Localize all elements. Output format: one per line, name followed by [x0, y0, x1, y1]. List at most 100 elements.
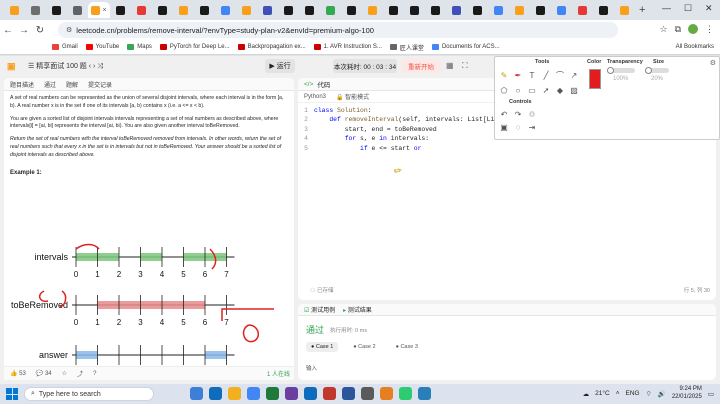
size-slider[interactable]: [645, 67, 669, 74]
arrow-tool-icon[interactable]: ↗: [569, 70, 579, 80]
url-field[interactable]: ⚙ leetcode.cn/problems/remove-interval/?…: [58, 22, 618, 38]
like-button[interactable]: 👍 53: [10, 370, 26, 377]
forward-icon[interactable]: →: [16, 25, 32, 36]
new-tab-button[interactable]: +: [639, 4, 645, 16]
minimize-button[interactable]: —: [662, 3, 671, 13]
app-icon-7[interactable]: [399, 387, 412, 400]
wifi-icon[interactable]: ⌔: [646, 389, 652, 398]
language-select[interactable]: Python3: [304, 94, 326, 100]
browser-tab[interactable]: [4, 2, 25, 18]
layout-icon[interactable]: ▦: [446, 61, 454, 70]
camera-icon[interactable]: ▣: [499, 122, 509, 132]
close-window-button[interactable]: ✕: [705, 3, 713, 14]
app-icon-1[interactable]: [266, 387, 279, 400]
browser-tab[interactable]: [341, 2, 362, 18]
browser-tab[interactable]: [383, 2, 404, 18]
highlighter-tool-icon[interactable]: ✒: [513, 70, 523, 80]
close-tab-icon[interactable]: ×: [102, 7, 106, 14]
tab-testcase[interactable]: ☑ 测试用例: [304, 305, 335, 314]
tab-description[interactable]: 题目描述: [10, 80, 34, 89]
browser-tab[interactable]: [67, 2, 88, 18]
browser-tab[interactable]: [530, 2, 551, 18]
bookmark-item[interactable]: Maps: [127, 44, 152, 50]
browser-tab[interactable]: [152, 2, 173, 18]
word-icon[interactable]: [342, 387, 355, 400]
code-tab[interactable]: 代码: [317, 79, 330, 89]
mode-select[interactable]: 🔒 智能模式: [336, 92, 369, 101]
browser-tab[interactable]: [614, 2, 635, 18]
bookmark-item[interactable]: YouTube: [85, 44, 119, 50]
star-button[interactable]: ☆: [62, 370, 67, 377]
browser-tab[interactable]: [467, 2, 488, 18]
redo-icon[interactable]: ↷: [513, 109, 523, 119]
weather-icon[interactable]: ☁: [583, 390, 590, 398]
tray-expand-icon[interactable]: ˄: [616, 390, 620, 397]
tab-submissions[interactable]: 提交记录: [88, 80, 112, 89]
case-1-tab[interactable]: ● Case 1: [306, 342, 339, 352]
browser-tab[interactable]: [194, 2, 215, 18]
menu-icon[interactable]: ⋮: [705, 24, 714, 35]
browser-tab[interactable]: [299, 2, 320, 18]
app-icon-5[interactable]: [361, 387, 374, 400]
case-3-tab[interactable]: ● Case 3: [391, 342, 423, 352]
browser-tab[interactable]: [46, 2, 67, 18]
settings-icon[interactable]: ⚙: [710, 59, 716, 67]
select-tool-icon[interactable]: ➚: [541, 85, 551, 95]
chrome-icon[interactable]: [247, 387, 260, 400]
app-icon-4[interactable]: [323, 387, 336, 400]
pentagon-tool-icon[interactable]: ⬠: [499, 85, 509, 95]
taskbar-search[interactable]: ⌕ Type here to search: [24, 387, 154, 401]
all-bookmarks[interactable]: All Bookmarks: [676, 44, 714, 50]
notification-icon[interactable]: ▭: [708, 390, 714, 398]
browser-tab[interactable]: [131, 2, 152, 18]
volume-icon[interactable]: 🔊: [658, 390, 666, 398]
tab-test-result[interactable]: ▸ 测试结果: [343, 305, 372, 314]
color-swatch[interactable]: [589, 69, 601, 89]
case-2-tab[interactable]: ● Case 2: [348, 342, 380, 352]
browser-tab[interactable]: [446, 2, 467, 18]
undo-icon[interactable]: ↶: [499, 109, 509, 119]
bookmark-item[interactable]: Gmail: [52, 44, 78, 50]
maximize-button[interactable]: ☐: [684, 3, 692, 14]
restart-button[interactable]: 重新开始: [401, 59, 441, 73]
browser-tab[interactable]: [215, 2, 236, 18]
tab-accepted[interactable]: 通过: [44, 80, 56, 89]
star-icon[interactable]: ☆: [659, 24, 667, 35]
windows-start-icon[interactable]: [6, 388, 18, 400]
app-icon-6[interactable]: [380, 387, 393, 400]
pencil-tool-icon[interactable]: ✎: [499, 70, 509, 80]
browser-tab[interactable]: [404, 2, 425, 18]
leetcode-logo[interactable]: ▣: [7, 61, 17, 71]
fill-tool-icon[interactable]: ▨: [569, 85, 579, 95]
run-button[interactable]: ▶ 运行: [265, 59, 295, 73]
browser-tab[interactable]: [173, 2, 194, 18]
share-button[interactable]: ⤴: [77, 369, 83, 378]
clear-icon[interactable]: ♲: [527, 109, 537, 119]
file-explorer-icon[interactable]: [228, 387, 241, 400]
browser-tab[interactable]: [320, 2, 341, 18]
browser-tab[interactable]: [551, 2, 572, 18]
edge-icon[interactable]: [209, 387, 222, 400]
rectangle-tool-icon[interactable]: ▭: [527, 85, 537, 95]
exit-icon[interactable]: ⇥: [527, 122, 537, 132]
bookmark-item[interactable]: Backpropagation ex...: [237, 44, 306, 50]
back-icon[interactable]: ←: [0, 25, 16, 36]
browser-tab[interactable]: [278, 2, 299, 18]
browser-tab[interactable]: [362, 2, 383, 18]
transparency-slider[interactable]: [607, 67, 635, 74]
browser-tab[interactable]: [593, 2, 614, 18]
site-info-icon[interactable]: ⚙: [66, 26, 72, 34]
browser-tab[interactable]: [110, 2, 131, 18]
curve-tool-icon[interactable]: ⌒: [555, 70, 565, 80]
app-icon-8[interactable]: [418, 387, 431, 400]
bookmark-item[interactable]: 匠人课堂: [389, 43, 424, 52]
bookmark-item[interactable]: Documents for ACS...: [431, 44, 500, 50]
browser-tab[interactable]: [257, 2, 278, 18]
hide-icon[interactable]: ◌: [513, 122, 523, 132]
browser-tab[interactable]: [509, 2, 530, 18]
language-indicator[interactable]: ENG: [626, 390, 640, 397]
browser-tab[interactable]: [572, 2, 593, 18]
problem-list-button[interactable]: ☰ 精享面试 100 题 ‹ › ⤨: [28, 61, 103, 71]
browser-tab[interactable]: [236, 2, 257, 18]
weather-temp[interactable]: 21°C: [595, 390, 610, 397]
